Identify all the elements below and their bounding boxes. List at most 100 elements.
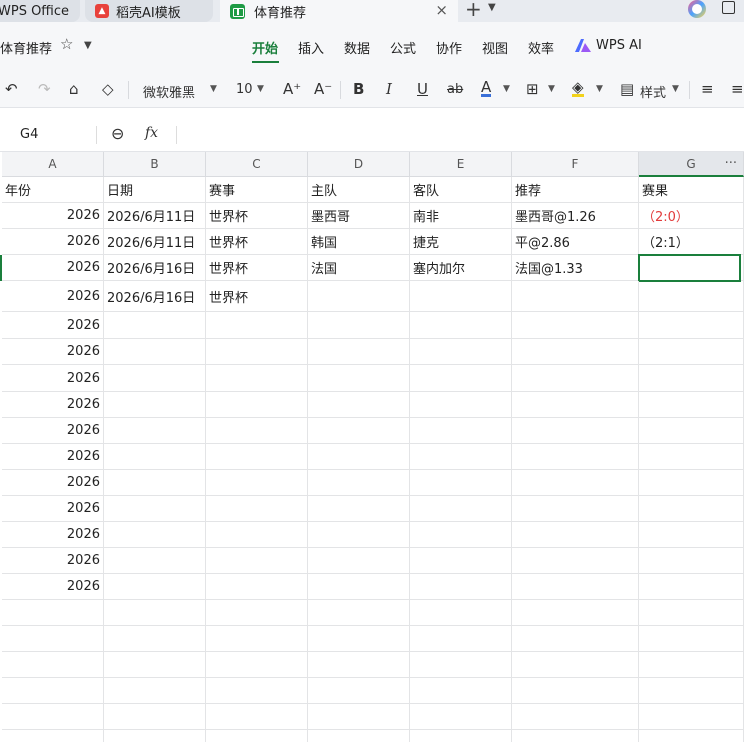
zoom-icon[interactable]: ⊖ bbox=[111, 124, 124, 143]
decrease-font-icon[interactable]: A⁻ bbox=[314, 80, 332, 98]
table-cell[interactable] bbox=[308, 496, 410, 522]
chevron-down-icon[interactable]: ▼ bbox=[672, 84, 679, 94]
more-options-icon[interactable]: ··· bbox=[725, 156, 737, 171]
table-cell[interactable] bbox=[512, 522, 639, 548]
table-cell[interactable] bbox=[639, 281, 744, 312]
spreadsheet-grid[interactable]: A B C D E F G ··· 年份 日期 赛事 主队 客队 推荐 赛果 2026 2026/6月11日 世界… bbox=[0, 152, 744, 742]
table-cell[interactable] bbox=[2, 730, 104, 742]
table-cell[interactable]: 2026 bbox=[2, 418, 104, 444]
chevron-down-icon[interactable]: ▼ bbox=[488, 2, 496, 13]
table-cell[interactable] bbox=[639, 365, 744, 392]
table-cell[interactable] bbox=[104, 444, 206, 470]
table-cell[interactable] bbox=[104, 626, 206, 652]
document-name[interactable]: 体育推荐 bbox=[0, 38, 52, 57]
table-cell[interactable] bbox=[104, 730, 206, 742]
table-cell[interactable] bbox=[308, 392, 410, 418]
table-cell[interactable]: 2026 bbox=[2, 281, 104, 312]
table-cell[interactable] bbox=[206, 312, 308, 339]
font-name-select[interactable]: 微软雅黑 bbox=[143, 82, 195, 101]
table-cell[interactable] bbox=[639, 652, 744, 678]
table-cell[interactable] bbox=[410, 626, 512, 652]
table-cell[interactable] bbox=[512, 281, 639, 312]
table-cell[interactable] bbox=[410, 470, 512, 496]
chevron-down-icon[interactable]: ▼ bbox=[503, 84, 510, 94]
table-cell[interactable] bbox=[410, 522, 512, 548]
table-cell[interactable] bbox=[104, 704, 206, 730]
table-cell[interactable] bbox=[410, 574, 512, 600]
align-left-icon[interactable]: ≡ bbox=[701, 80, 714, 98]
tab-wps-office[interactable]: WPS Office bbox=[0, 0, 80, 22]
menu-wps-ai[interactable]: WPS AI bbox=[596, 38, 642, 53]
cell-style-icon[interactable]: ▤ bbox=[620, 80, 634, 98]
header-cell[interactable]: 主队 bbox=[308, 177, 410, 203]
table-cell[interactable]: 2026/6月11日 bbox=[104, 203, 206, 229]
table-cell[interactable] bbox=[104, 574, 206, 600]
menu-collaborate[interactable]: 协作 bbox=[436, 38, 462, 57]
bold-icon[interactable]: B bbox=[353, 80, 364, 98]
table-cell[interactable] bbox=[308, 678, 410, 704]
menu-formula[interactable]: 公式 bbox=[390, 38, 416, 57]
table-cell[interactable] bbox=[308, 548, 410, 574]
table-cell[interactable] bbox=[308, 574, 410, 600]
table-cell[interactable] bbox=[308, 339, 410, 365]
table-cell[interactable] bbox=[104, 392, 206, 418]
align-center-icon[interactable]: ≡ bbox=[731, 80, 744, 98]
table-cell[interactable] bbox=[512, 496, 639, 522]
star-icon[interactable]: ☆ bbox=[60, 35, 73, 53]
table-cell[interactable] bbox=[206, 365, 308, 392]
table-cell[interactable] bbox=[206, 600, 308, 626]
table-cell[interactable] bbox=[410, 704, 512, 730]
table-cell[interactable] bbox=[2, 600, 104, 626]
table-cell[interactable] bbox=[206, 522, 308, 548]
table-cell[interactable] bbox=[410, 600, 512, 626]
table-cell[interactable] bbox=[104, 418, 206, 444]
table-cell[interactable] bbox=[639, 678, 744, 704]
table-cell[interactable] bbox=[639, 574, 744, 600]
table-cell[interactable] bbox=[639, 470, 744, 496]
new-tab-icon[interactable]: + bbox=[465, 0, 482, 21]
table-cell[interactable] bbox=[512, 652, 639, 678]
column-header-b[interactable]: B bbox=[104, 152, 206, 177]
column-header-c[interactable]: C bbox=[206, 152, 308, 177]
header-cell[interactable]: 赛果 bbox=[639, 177, 744, 203]
table-cell[interactable] bbox=[410, 730, 512, 742]
italic-icon[interactable]: I bbox=[386, 80, 392, 98]
table-cell[interactable]: （2:0） bbox=[639, 203, 744, 229]
table-cell[interactable] bbox=[206, 548, 308, 574]
table-cell[interactable]: 2026 bbox=[2, 392, 104, 418]
table-cell[interactable] bbox=[512, 392, 639, 418]
selected-cell-g4[interactable] bbox=[638, 254, 741, 282]
table-cell[interactable] bbox=[206, 574, 308, 600]
table-cell[interactable]: 世界杯 bbox=[206, 281, 308, 312]
table-cell[interactable]: 2026 bbox=[2, 444, 104, 470]
table-cell[interactable] bbox=[104, 548, 206, 574]
table-cell[interactable] bbox=[410, 548, 512, 574]
table-cell[interactable] bbox=[104, 365, 206, 392]
table-cell[interactable] bbox=[104, 470, 206, 496]
close-tab-icon[interactable]: × bbox=[435, 1, 448, 19]
header-cell[interactable]: 客队 bbox=[410, 177, 512, 203]
table-cell[interactable] bbox=[410, 281, 512, 312]
restore-window-icon[interactable] bbox=[722, 1, 735, 14]
table-cell[interactable] bbox=[512, 626, 639, 652]
column-header-e[interactable]: E bbox=[410, 152, 512, 177]
table-cell[interactable]: 2026 bbox=[2, 548, 104, 574]
table-cell[interactable] bbox=[410, 339, 512, 365]
fill-color-icon[interactable]: ◈ bbox=[572, 80, 584, 97]
table-cell[interactable] bbox=[639, 392, 744, 418]
table-cell[interactable]: 2026 bbox=[2, 496, 104, 522]
table-cell[interactable]: 2026/6月11日 bbox=[104, 229, 206, 255]
table-cell[interactable] bbox=[206, 678, 308, 704]
table-cell[interactable] bbox=[639, 626, 744, 652]
table-cell[interactable] bbox=[206, 418, 308, 444]
table-cell[interactable] bbox=[104, 496, 206, 522]
font-color-icon[interactable]: A bbox=[481, 80, 492, 97]
table-cell[interactable]: 2026 bbox=[2, 203, 104, 229]
increase-font-icon[interactable]: A⁺ bbox=[283, 80, 301, 98]
table-cell[interactable] bbox=[639, 312, 744, 339]
table-cell[interactable] bbox=[206, 730, 308, 742]
menu-data[interactable]: 数据 bbox=[344, 38, 370, 57]
column-header-a[interactable]: A bbox=[2, 152, 104, 177]
table-cell[interactable]: 2026 bbox=[2, 365, 104, 392]
table-cell[interactable] bbox=[206, 339, 308, 365]
